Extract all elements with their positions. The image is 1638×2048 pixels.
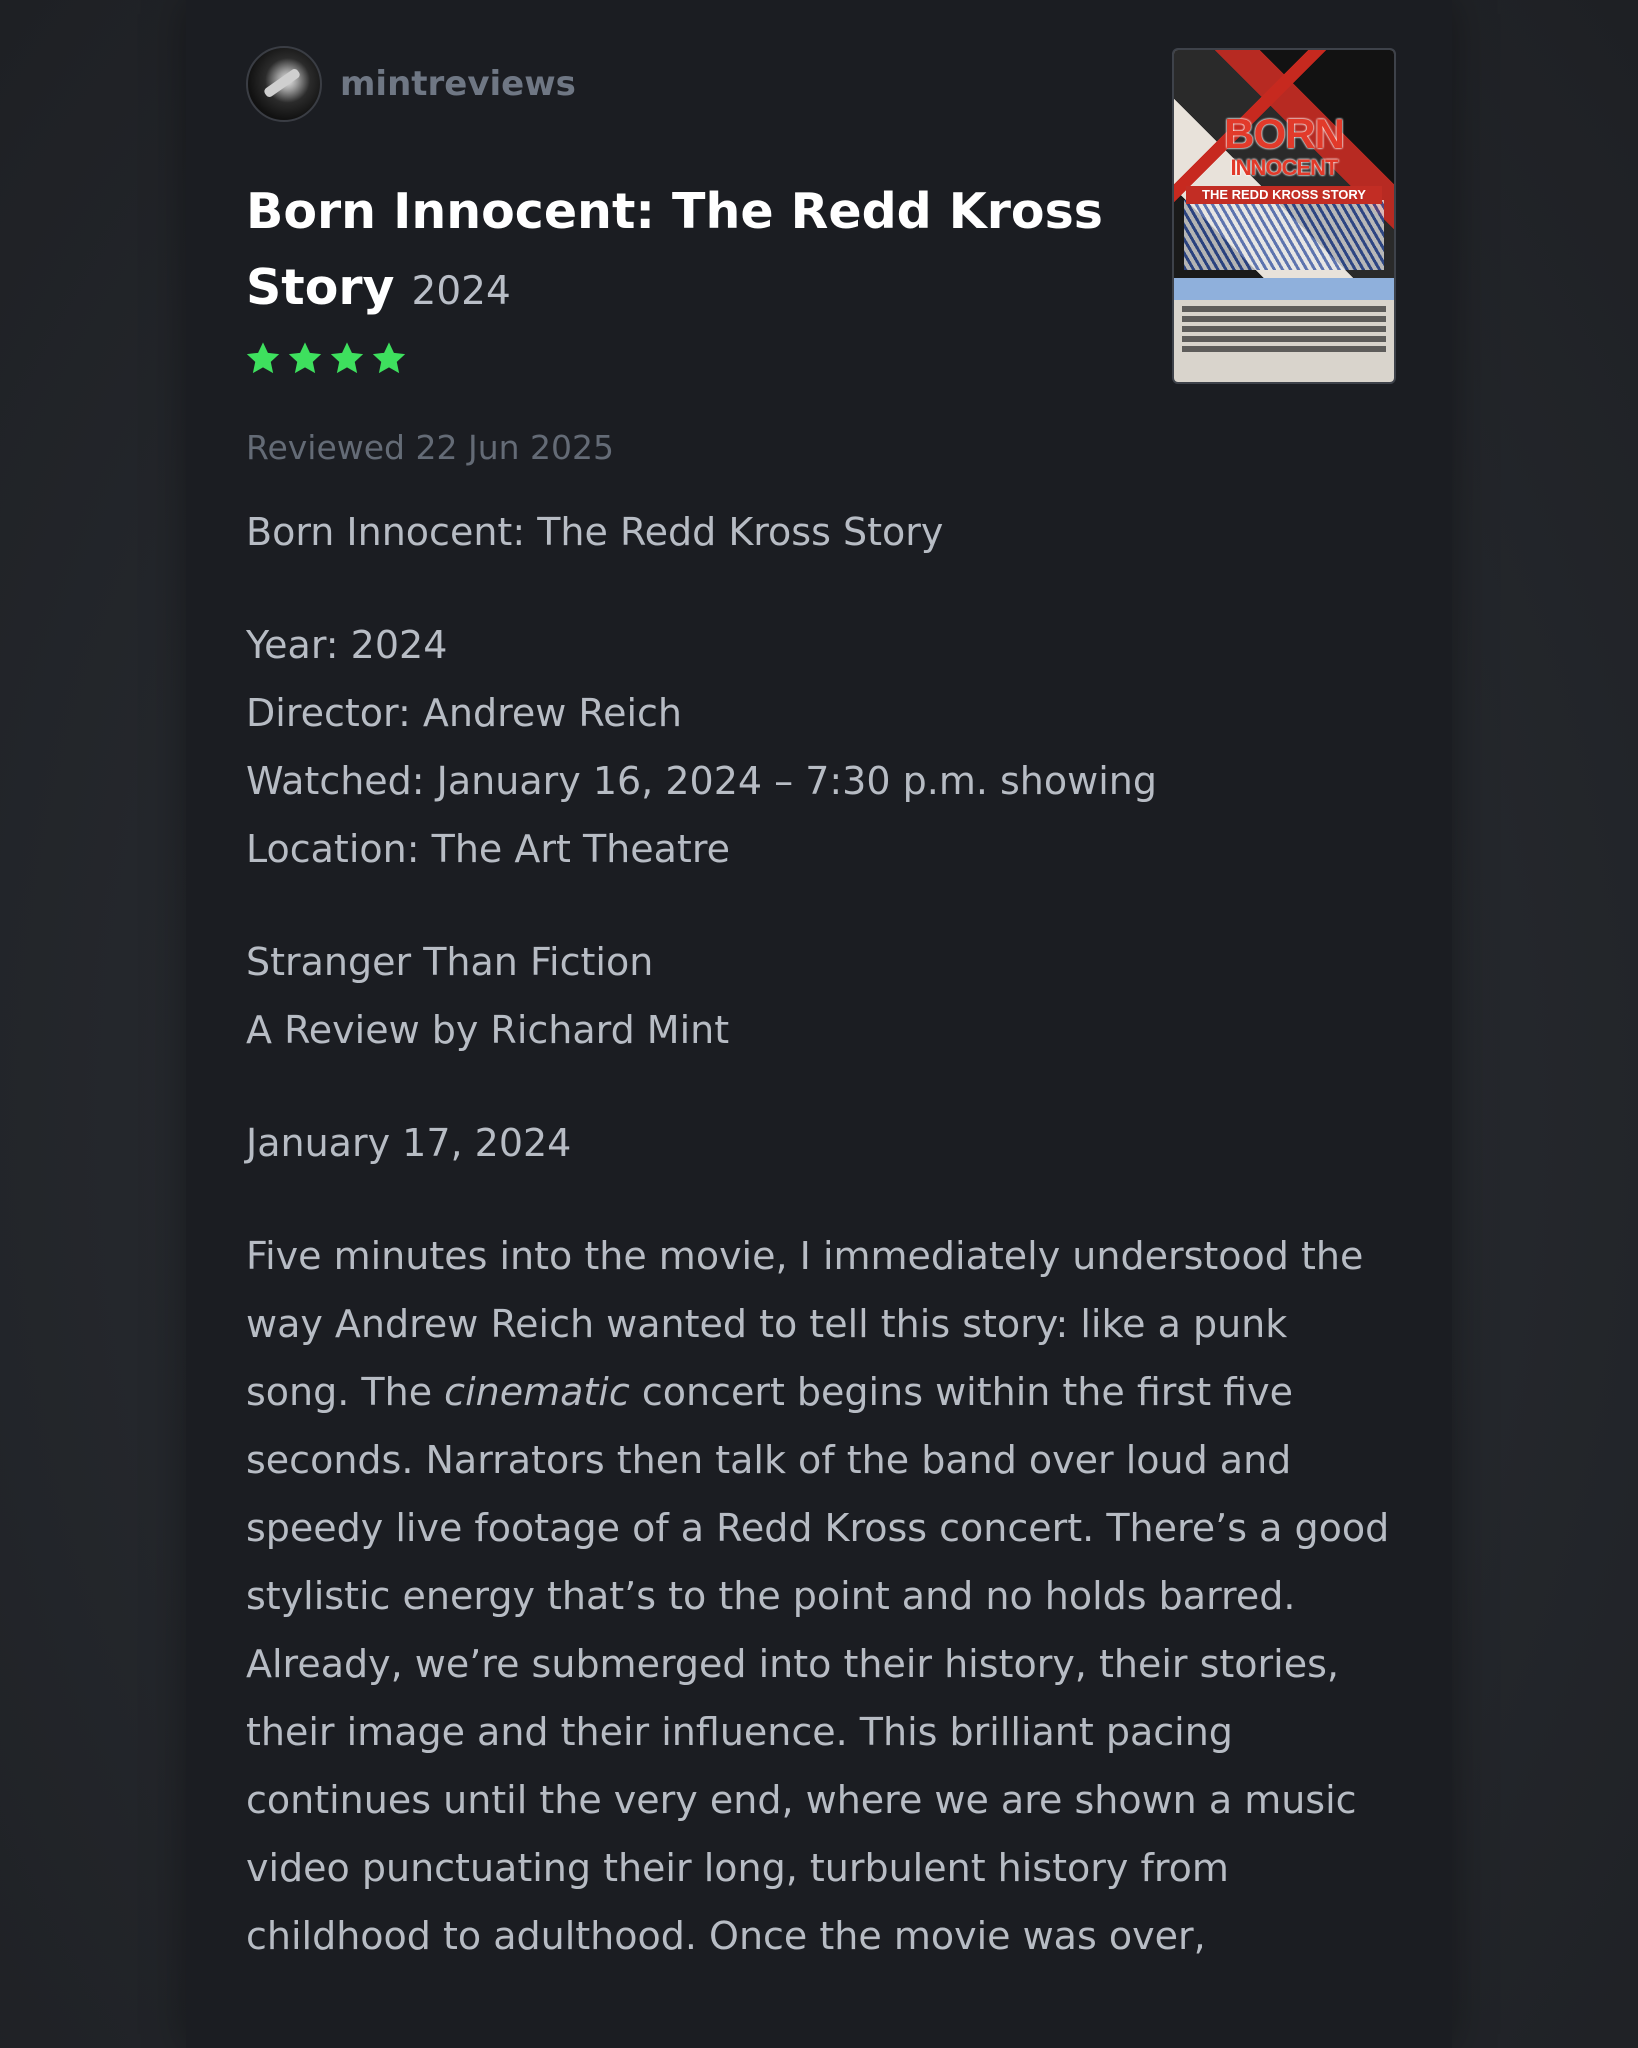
star-rating <box>244 340 408 378</box>
film-details: Year: 2024 Director: Andrew Reich Watche… <box>246 611 1396 883</box>
byline-author: A Review by Richard Mint <box>246 1008 730 1052</box>
poster-scribble <box>1184 200 1384 270</box>
poster-credits <box>1182 306 1386 356</box>
review-heading: Born Innocent: The Redd Kross Story <box>246 510 944 554</box>
reviewed-date: Reviewed 22 Jun 2025 <box>246 428 614 467</box>
review-date: January 17, 2024 <box>246 1121 572 1165</box>
avatar[interactable] <box>246 46 322 122</box>
star-icon <box>246 342 280 374</box>
review-paragraph: Five minutes into the movie, I immediate… <box>246 1222 1396 1970</box>
review-card: mintreviews Born Innocent: The Redd Kros… <box>186 0 1452 2048</box>
poster-title-line1: BORN <box>1224 110 1345 157</box>
paragraph-text-2: concert begins within the first five sec… <box>246 1370 1390 1958</box>
star-icon <box>288 342 322 374</box>
detail-watched: Watched: January 16, 2024 – 7:30 p.m. sh… <box>246 759 1157 803</box>
star-icon <box>372 342 406 374</box>
paragraph-emphasis: cinematic <box>444 1370 630 1414</box>
byline: Stranger Than Fiction A Review by Richar… <box>246 928 1396 1064</box>
poster-title-line2: INNOCENT <box>1230 155 1339 180</box>
star-icon <box>330 342 364 374</box>
review-body: Born Innocent: The Redd Kross Story Year… <box>246 498 1396 2015</box>
film-year[interactable]: 2024 <box>412 269 511 314</box>
detail-year: Year: 2024 <box>246 623 448 667</box>
author-header[interactable]: mintreviews <box>246 46 576 122</box>
detail-director: Director: Andrew Reich <box>246 691 682 735</box>
poster-subtitle: THE REDD KROSS STORY <box>1186 186 1382 204</box>
username[interactable]: mintreviews <box>340 64 576 104</box>
film-title-heading[interactable]: Born Innocent: The Redd Kross Story 2024 <box>246 174 1126 330</box>
film-title[interactable]: Born Innocent: The Redd Kross Story <box>246 183 1103 316</box>
detail-location: Location: The Art Theatre <box>246 827 730 871</box>
film-poster[interactable]: BORN INNOCENT THE REDD KROSS STORY <box>1172 48 1396 384</box>
byline-title: Stranger Than Fiction <box>246 940 654 984</box>
poster-tagline-band <box>1174 278 1394 300</box>
